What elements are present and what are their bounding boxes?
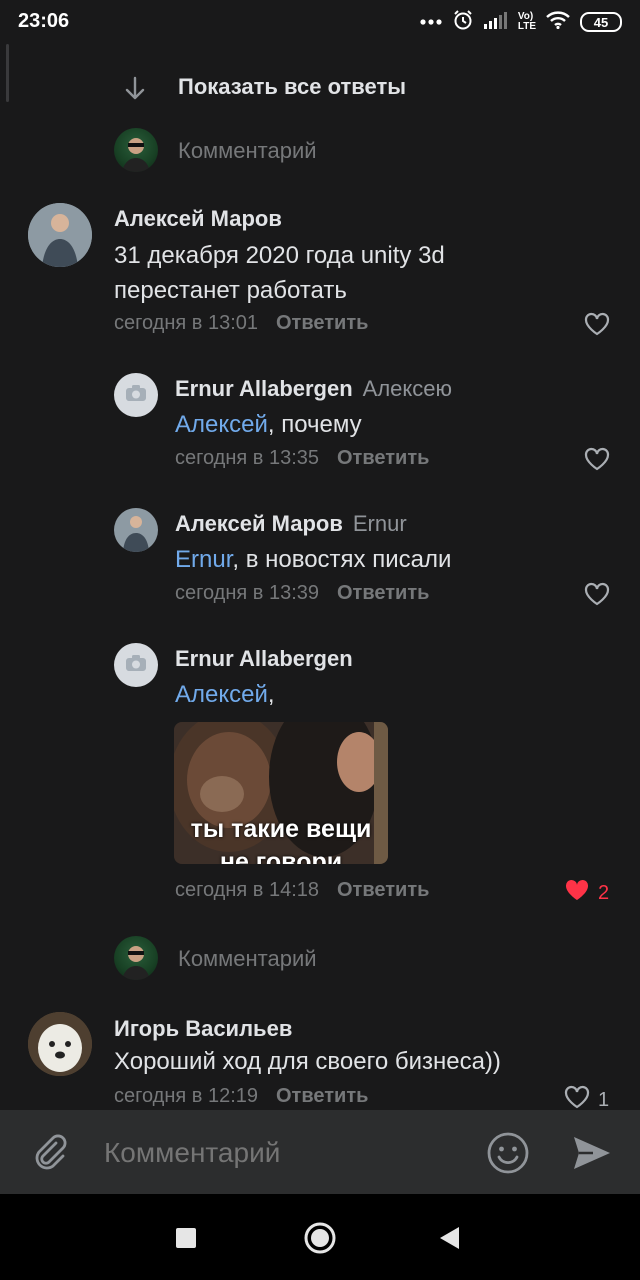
comment-meta: сегодня в 13:01 Ответить (114, 312, 368, 335)
reply-button[interactable]: Ответить (276, 1085, 368, 1107)
comment-text-body: , в новостях писали (232, 546, 452, 573)
system-navigation-bar (0, 1194, 640, 1280)
comment-meta: сегодня в 12:19 Ответить (114, 1085, 368, 1108)
wifi-icon (546, 10, 570, 34)
avatar[interactable] (114, 128, 158, 172)
reply-to[interactable]: Алексею (363, 376, 452, 401)
send-icon[interactable] (570, 1131, 614, 1180)
avatar[interactable] (114, 936, 158, 980)
comment-author-name[interactable]: Ernur Allabergen (175, 376, 353, 401)
comment-text: Алексей, (175, 677, 595, 712)
image-caption-cut: не говори (219, 848, 343, 864)
avatar[interactable] (114, 508, 158, 552)
comment-author: Алексей Маров Ernur (175, 511, 407, 537)
comment-text: Алексей, почему (175, 407, 595, 442)
reply-to[interactable]: Ernur (353, 511, 407, 536)
comment-time: сегодня в 13:39 (175, 582, 319, 604)
lte-bottom: LTE (517, 21, 536, 32)
reply-button[interactable]: Ответить (337, 879, 429, 901)
like-count: 1 (598, 1088, 610, 1111)
mention-link[interactable]: Ernur (175, 546, 232, 573)
status-time: 23:06 (18, 10, 70, 32)
heart-outline-icon (584, 312, 610, 342)
heart-outline-icon (584, 447, 610, 477)
lte-icon: Vo) LTE (518, 12, 536, 32)
like-button[interactable] (584, 312, 610, 342)
comment-placeholder-link[interactable]: Комментарий (178, 946, 317, 972)
show-all-replies-label: Показать все ответы (178, 74, 407, 99)
comment-time: сегодня в 14:18 (175, 879, 319, 901)
alarm-icon (452, 9, 474, 36)
nav-square-icon[interactable] (176, 1228, 196, 1253)
comment-meta: сегодня в 13:35 Ответить (175, 447, 429, 470)
comment-author: Ernur Allabergen Алексею (175, 376, 452, 402)
comment-author[interactable]: Алексей Маров (114, 206, 282, 232)
comments-screen: 23:06 Vo) LTE 45 Показать все ответы Ком… (0, 0, 640, 1280)
like-button[interactable] (584, 582, 610, 612)
comment-placeholder-link[interactable]: Комментарий (178, 138, 317, 164)
reply-button[interactable]: Ответить (337, 447, 429, 469)
nav-back-icon[interactable] (438, 1226, 460, 1255)
comment-image[interactable]: ты такие вещи не говори (174, 722, 388, 864)
like-button[interactable] (584, 447, 610, 477)
comment-author[interactable]: Игорь Васильев (114, 1016, 292, 1042)
comment-author-name[interactable]: Алексей Маров (175, 511, 343, 536)
comment-time: сегодня в 13:01 (114, 312, 258, 334)
status-bar: 23:06 Vo) LTE 45 (0, 0, 640, 44)
comment-time: сегодня в 13:35 (175, 447, 319, 469)
comment-composer (0, 1110, 640, 1194)
comment-text: Хороший ход для своего бизнеса)) (114, 1048, 501, 1075)
like-count: 2 (598, 881, 610, 904)
comment-meta: сегодня в 13:39 Ответить (175, 582, 429, 605)
comment-author[interactable]: Ernur Allabergen (175, 646, 353, 672)
avatar[interactable] (28, 203, 92, 267)
emoji-icon[interactable] (486, 1131, 530, 1180)
battery-indicator: 45 (580, 12, 622, 32)
avatar[interactable] (114, 643, 158, 687)
more-dots-icon (420, 13, 442, 31)
comment-text-body: , почему (267, 411, 362, 438)
comment-input[interactable] (102, 1136, 466, 1170)
comment-time: сегодня в 12:19 (114, 1085, 258, 1107)
heart-filled-icon (564, 878, 590, 908)
camera-icon (125, 654, 147, 677)
avatar[interactable] (28, 1012, 92, 1076)
attach-icon[interactable] (30, 1132, 70, 1177)
comment-text: 31 декабря 2020 года unity 3d перестанет… (114, 242, 445, 304)
signal-icon (483, 11, 508, 34)
camera-icon (125, 384, 147, 407)
status-icons: Vo) LTE 45 (420, 9, 622, 35)
arrow-down-icon (120, 74, 150, 109)
comment-text-body: , (267, 681, 275, 708)
avatar[interactable] (114, 373, 158, 417)
reply-button[interactable]: Ответить (337, 582, 429, 604)
image-caption: ты такие вещи (190, 815, 372, 843)
nav-circle-icon[interactable] (303, 1221, 337, 1260)
reply-button[interactable]: Ответить (276, 312, 368, 334)
mention-link[interactable]: Алексей (175, 411, 268, 438)
comment-meta: сегодня в 14:18 Ответить (175, 879, 429, 902)
mention-link[interactable]: Алексей (175, 681, 268, 708)
like-button[interactable]: 2 (564, 878, 609, 908)
comment-text: Ernur, в новостях писали (175, 542, 595, 577)
heart-outline-icon (584, 582, 610, 612)
scrollbar[interactable] (6, 44, 9, 102)
